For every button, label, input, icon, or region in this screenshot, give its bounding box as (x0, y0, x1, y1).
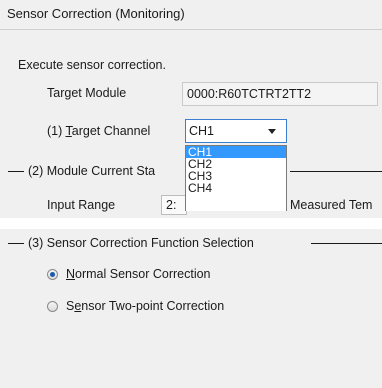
input-range-label: Input Range (47, 198, 116, 212)
window-title: Sensor Correction (Monitoring) (0, 0, 382, 30)
bottom-panel: (3) Sensor Correction Function Selection… (0, 229, 382, 388)
group-divider-right (311, 243, 382, 244)
channel-option-ch4[interactable]: CH4 (186, 182, 286, 194)
group-divider-left (8, 243, 24, 244)
group-divider-right (290, 171, 382, 172)
normal-correction-label[interactable]: Normal Sensor Correction (66, 267, 211, 281)
target-channel-label: (1) Target Channel (47, 124, 151, 138)
target-channel-selected: CH1 (189, 124, 215, 138)
intro-text: Execute sensor correction. (18, 58, 166, 72)
two-point-correction-label[interactable]: Sensor Two-point Correction (66, 299, 224, 313)
target-channel-dropdown[interactable]: CH1 CH2 CH3 CH4 (185, 145, 287, 211)
module-status-group-label: (2) Module Current Sta (28, 164, 156, 178)
target-module-field: 0000:R60TCTRT2TT2 (182, 82, 378, 106)
target-channel-select[interactable]: CH1 (185, 119, 287, 143)
two-point-correction-radio[interactable] (47, 301, 58, 312)
top-panel: Sensor Correction (Monitoring) Execute s… (0, 0, 382, 218)
measured-temperature-label: Measured Tem (290, 198, 373, 212)
input-range-field: 2: (161, 195, 187, 215)
chevron-down-icon[interactable] (268, 129, 276, 134)
normal-correction-radio[interactable] (47, 269, 58, 280)
group-divider-left (8, 171, 24, 172)
correction-group-label: (3) Sensor Correction Function Selection (28, 236, 254, 250)
target-module-label: Target Module (47, 86, 127, 100)
